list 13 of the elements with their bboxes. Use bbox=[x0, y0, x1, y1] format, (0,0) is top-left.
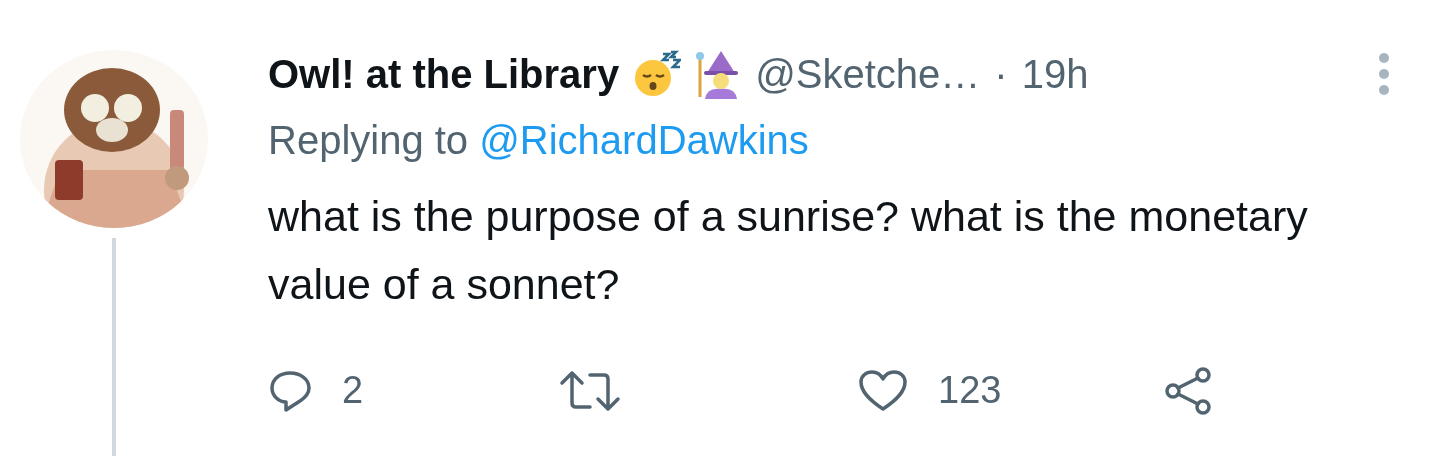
reply-context: Replying to @RichardDawkins bbox=[268, 117, 810, 164]
author-name[interactable]: Owl! at the Library bbox=[268, 44, 620, 104]
separator-dot: · bbox=[994, 51, 1008, 98]
reply-icon bbox=[268, 368, 312, 413]
like-button[interactable]: 123 bbox=[858, 362, 1002, 419]
retweet-icon[interactable] bbox=[558, 368, 622, 413]
user-handle[interactable]: @Sketche… bbox=[755, 44, 981, 104]
sleeping-face-icon bbox=[633, 50, 682, 98]
tweet-text: what is the purpose of a sunrise? what is the monetary value of a sonnet? bbox=[268, 191, 1309, 310]
share-icon[interactable] bbox=[1163, 365, 1213, 416]
timestamp[interactable]: 19h bbox=[1021, 44, 1089, 104]
reply-button[interactable]: 2 bbox=[268, 362, 364, 419]
heart-icon bbox=[858, 368, 908, 413]
